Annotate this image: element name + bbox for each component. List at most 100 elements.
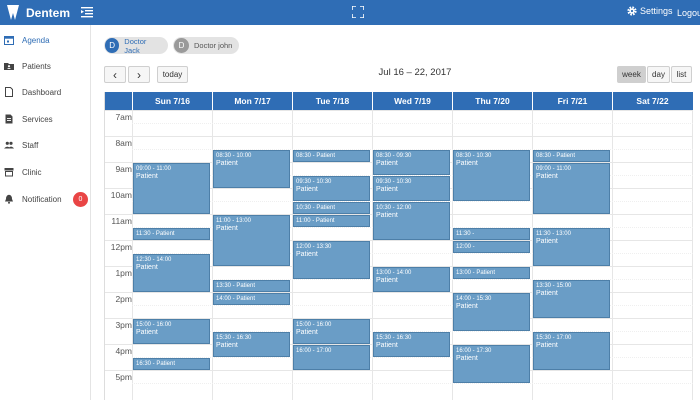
appointment-event[interactable]: 13:00 - 14:00 Patient	[373, 267, 450, 292]
appointment-event[interactable]: 08:30 - 09:30 Patient	[373, 150, 450, 175]
appointment-event[interactable]: 12:00 - 13:30 Patient	[293, 241, 370, 279]
gear-icon	[627, 6, 637, 16]
settings-label: Settings	[640, 6, 673, 16]
event-title: Patient	[136, 264, 158, 271]
folder-user-icon	[4, 63, 14, 70]
day-header: Wed 7/19	[372, 92, 452, 110]
appointment-event[interactable]: 09:00 - 11:00 Patient	[133, 163, 210, 214]
next-week-button[interactable]: ›	[128, 66, 150, 83]
app-logo[interactable]: Dentem	[6, 4, 70, 21]
sidebar-item-services[interactable]: Services	[4, 111, 88, 127]
event-time: 08:30 - Patient	[536, 153, 576, 159]
event-time: 14:00 - Patient	[216, 296, 256, 302]
settings-link[interactable]: Settings	[627, 6, 673, 16]
sidebar-item-staff[interactable]: Staff	[4, 137, 88, 153]
appointment-event[interactable]: 15:30 - 17:00 Patient	[533, 332, 610, 370]
appointment-event[interactable]: 15:30 - 16:30 Patient	[213, 332, 290, 357]
sidebar-item-dashboard[interactable]: Dashboard	[4, 84, 88, 100]
hour-label: 7am	[115, 112, 132, 122]
appointment-event[interactable]: 11:00 - Patient	[293, 215, 370, 227]
half-hour-gridline	[132, 383, 693, 384]
sidebar-item-notification[interactable]: Notification 0	[4, 191, 88, 207]
menu-toggle-icon[interactable]	[81, 6, 93, 18]
doctor-chip-jack[interactable]: D Doctor Jack	[104, 37, 168, 55]
event-time: 13:30 - Patient	[216, 283, 256, 289]
appointment-event[interactable]: 13:00 - Patient	[453, 267, 530, 279]
view-day-button[interactable]: day	[647, 66, 670, 83]
event-time: 09:30 - 10:30	[376, 179, 412, 185]
sidebar-item-patients[interactable]: Patients	[4, 58, 88, 74]
appointment-event[interactable]: 14:00 - Patient	[213, 293, 290, 305]
appointment-event[interactable]: 11:30 - Patient	[133, 228, 210, 240]
event-time: 15:00 - 16:00	[136, 322, 172, 328]
event-time: 16:00 - 17:00	[296, 348, 332, 354]
view-week-button[interactable]: week	[617, 66, 646, 83]
appointment-event[interactable]: 10:30 - Patient	[293, 202, 370, 214]
appointment-event[interactable]: 13:30 - Patient	[213, 280, 290, 292]
sidebar-item-label: Staff	[22, 140, 39, 150]
appointment-event[interactable]: 12:30 - 14:00 Patient	[133, 254, 210, 292]
event-time: 11:00 - 13:00	[216, 218, 251, 224]
event-time: 09:00 - 11:00	[136, 166, 171, 172]
event-title: Patient	[536, 290, 558, 297]
appointment-event[interactable]: 15:00 - 16:00 Patient	[133, 319, 210, 344]
appointment-event[interactable]: 16:00 - 17:00	[293, 345, 370, 370]
event-time: 10:30 - Patient	[296, 205, 336, 211]
doctor-chip-john[interactable]: D Doctor john	[173, 37, 239, 54]
event-title: Patient	[216, 225, 238, 232]
sidebar-item-agenda[interactable]: Agenda	[4, 32, 88, 48]
event-time: 14:00 - 15:30	[456, 296, 492, 302]
event-title: Patient	[376, 342, 398, 349]
appointment-event[interactable]: 15:00 - 16:00 Patient	[293, 319, 370, 344]
doctor-name: Doctor john	[194, 41, 233, 50]
sidebar-item-label: Agenda	[22, 35, 50, 45]
logout-link[interactable]: Logout	[677, 8, 700, 18]
appointment-event[interactable]: 11:30 - 13:00 Patient	[533, 228, 610, 266]
appointment-event[interactable]: 09:30 - 10:30 Patient	[293, 176, 370, 201]
appointment-event[interactable]: 14:00 - 15:30 Patient	[453, 293, 530, 331]
event-time: 15:30 - 16:30	[216, 335, 252, 341]
hour-label: 8am	[115, 138, 132, 148]
bell-icon	[5, 194, 13, 204]
event-time: 10:30 - 12:00	[376, 205, 412, 211]
half-hour-gridline	[132, 123, 693, 124]
event-time: 11:00 - Patient	[296, 218, 335, 224]
appointment-event[interactable]: 15:30 - 16:30 Patient	[373, 332, 450, 357]
hour-gridline	[105, 136, 693, 137]
sidebar-item-clinic[interactable]: Clinic	[4, 164, 88, 180]
event-time: 15:00 - 16:00	[296, 322, 332, 328]
appointment-event[interactable]: 11:00 - 13:00 Patient	[213, 215, 290, 266]
day-header: Tue 7/18	[292, 92, 372, 110]
hour-label: 11am	[111, 216, 132, 226]
appointment-event[interactable]: 11:30 -	[453, 228, 530, 240]
event-title: Patient	[376, 160, 398, 167]
appointment-event[interactable]: 09:30 - 10:30 Patient	[373, 176, 450, 201]
appointment-event[interactable]: 12:00 -	[453, 241, 530, 253]
appointment-event[interactable]: 10:30 - 12:00 Patient	[373, 202, 450, 240]
event-title: Patient	[216, 342, 238, 349]
event-title: Patient	[216, 160, 238, 167]
hour-label: 12pm	[110, 242, 132, 252]
appointment-event[interactable]: 08:30 - 10:00 Patient	[213, 150, 290, 188]
event-title: Patient	[296, 186, 318, 193]
fullscreen-icon[interactable]	[352, 6, 364, 18]
view-list-button[interactable]: list	[671, 66, 692, 83]
event-time: 08:30 - 09:30	[376, 153, 412, 159]
prev-week-button[interactable]: ‹	[104, 66, 126, 83]
appointment-event[interactable]: 16:00 - 17:30 Patient	[453, 345, 530, 383]
today-button[interactable]: today	[157, 66, 188, 83]
appointment-event[interactable]: 13:30 - 15:00 Patient	[533, 280, 610, 318]
event-title: Patient	[456, 355, 478, 362]
hour-label: 3pm	[115, 320, 132, 330]
appointment-event[interactable]: 08:30 - Patient	[533, 150, 610, 162]
appointment-event[interactable]: 09:00 - 11:00 Patient	[533, 163, 610, 214]
appointment-event[interactable]: 08:30 - 10:30 Patient	[453, 150, 530, 201]
appointment-event[interactable]: 08:30 - Patient	[293, 150, 370, 162]
day-header: Fri 7/21	[532, 92, 612, 110]
event-title: Patient	[296, 251, 318, 258]
event-time: 11:30 - 13:00	[536, 231, 571, 237]
appointment-event[interactable]: 16:30 - Patient	[133, 358, 210, 370]
event-time: 13:00 - 14:00	[376, 270, 412, 276]
event-time: 13:00 - Patient	[456, 270, 496, 276]
sidebar-item-label: Services	[22, 114, 53, 124]
